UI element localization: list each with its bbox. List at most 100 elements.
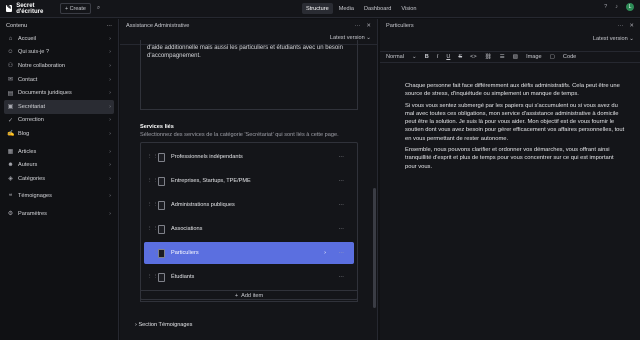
paragraph: Chaque personne fait face différemment a…: [405, 83, 620, 98]
notification-bell-icon[interactable]: ♪: [615, 4, 618, 10]
chevron-right-icon: ›: [109, 90, 111, 97]
italic-button[interactable]: I: [437, 54, 439, 60]
more-icon[interactable]: ···: [332, 202, 350, 208]
tab-media[interactable]: Media: [335, 3, 358, 14]
close-icon[interactable]: ✕: [366, 23, 371, 29]
chevron-right-icon: ›: [324, 250, 326, 256]
description-textarea[interactable]: d'aide additionnelle mais aussi les part…: [140, 40, 358, 110]
code-button[interactable]: Code: [563, 54, 576, 60]
create-button[interactable]: + Create: [60, 3, 91, 14]
top-right-actions: ? ♪ L: [604, 3, 634, 11]
chevron-down-icon[interactable]: ⌄: [412, 54, 417, 60]
more-icon[interactable]: ···: [332, 250, 350, 256]
chevron-right-icon: ›: [109, 62, 111, 69]
rich-text-editor[interactable]: Chaque personne fait face différemment a…: [405, 82, 625, 174]
image-button[interactable]: Image: [526, 54, 542, 60]
service-name: Étudiants: [171, 274, 195, 280]
chevron-down-icon[interactable]: ⌄: [365, 35, 371, 41]
services-list: ⋮⋮ Professionnels indépendants ··· ⋮⋮ Entre…: [140, 142, 358, 300]
sidebar: Contenu ··· ⌂ Accueil › ☺ Qui suis-je ? › ⚇ N…: [0, 19, 119, 340]
list-item[interactable]: ⋮⋮ Administrations publiques ···: [144, 194, 354, 216]
drag-handle-icon[interactable]: ⋮⋮: [147, 274, 158, 280]
sidebar-item-label: Documents juridiques: [18, 90, 72, 97]
sidebar-item-auteurs[interactable]: ☻ Auteurs ›: [4, 158, 114, 172]
author-icon: ☻: [7, 162, 14, 169]
more-icon[interactable]: ···: [332, 154, 350, 160]
sidebar-items: ⌂ Accueil › ☺ Qui suis-je ? › ⚇ Notre collabo…: [0, 32, 118, 221]
image-icon[interactable]: ▧: [513, 54, 518, 60]
section-temoignages-toggle[interactable]: › Section Témoignages: [135, 322, 192, 328]
sidebar-item-parametres[interactable]: ⚙ Paramètres ›: [4, 207, 114, 221]
document-title: Assistance Administrative: [126, 22, 190, 29]
tab-dashboard[interactable]: Dashboard: [360, 3, 395, 14]
drag-handle-icon[interactable]: ⋮⋮: [147, 154, 158, 160]
add-item-button[interactable]: + Add item: [140, 290, 358, 302]
chevron-right-icon: ›: [109, 175, 111, 182]
sidebar-item-qui-suis-je[interactable]: ☺ Qui suis-je ? ›: [4, 46, 114, 60]
sidebar-item-label: Secrétariat: [18, 103, 46, 110]
chevron-right-icon: ›: [109, 193, 111, 200]
more-icon[interactable]: ···: [332, 226, 350, 232]
sidebar-item-documents[interactable]: ▤ Documents juridiques ›: [4, 86, 114, 100]
avatar[interactable]: L: [626, 3, 634, 11]
link-icon[interactable]: ⛓: [485, 54, 492, 60]
mail-icon: ✉: [7, 77, 14, 84]
list-item-selected[interactable]: ⋮⋮ Particuliers › ···: [144, 242, 354, 264]
search-icon[interactable]: ⌕: [97, 5, 100, 12]
more-icon[interactable]: ···: [618, 23, 624, 29]
editor-toolbar: Normal ⌄ B I U S <> ⛓ ☰ ▧ Image ▢ Code: [380, 51, 640, 63]
section-temoignages-label: Section Témoignages: [138, 322, 193, 328]
inline-code-button[interactable]: <>: [470, 54, 477, 60]
sidebar-item-label: Contact: [18, 76, 38, 83]
textarea-text: d'aide additionnelle mais aussi les part…: [147, 45, 343, 59]
sidebar-item-temoignages[interactable]: ❝ Témoignages ›: [4, 190, 114, 204]
drag-handle-icon[interactable]: ⋮⋮: [147, 226, 158, 232]
tab-structure[interactable]: Structure: [302, 3, 333, 14]
chevron-right-icon: ›: [109, 162, 111, 169]
help-icon[interactable]: ?: [604, 4, 607, 10]
drag-handle-icon[interactable]: ⋮⋮: [147, 250, 158, 256]
quote-icon: ❝: [8, 193, 13, 200]
editor-title: Particuliers: [386, 22, 414, 29]
version-select[interactable]: Latest version: [593, 36, 628, 42]
more-icon[interactable]: ···: [355, 23, 361, 29]
sidebar-item-accueil[interactable]: ⌂ Accueil ›: [4, 32, 114, 46]
sidebar-item-blog[interactable]: ✍ Blog ›: [4, 127, 114, 141]
sidebar-item-categories[interactable]: ◈ Catégories ›: [4, 172, 114, 186]
document-pane-header: Assistance Administrative ··· ✕: [120, 19, 377, 32]
more-icon[interactable]: ···: [332, 178, 350, 184]
brand[interactable]: ✎ Secret d'écriture: [0, 3, 58, 15]
sidebar-item-label: Qui suis-je ?: [18, 49, 50, 56]
bold-button[interactable]: B: [425, 54, 429, 60]
sidebar-item-collaboration[interactable]: ⚇ Notre collaboration ›: [4, 59, 114, 73]
sidebar-item-articles[interactable]: ▦ Articles ›: [4, 145, 114, 159]
list-item[interactable]: ⋮⋮ Entreprises, Startups, TPE/PME ···: [144, 170, 354, 192]
service-name: Particuliers: [171, 250, 199, 256]
plus-icon: +: [234, 293, 239, 299]
sidebar-item-correction[interactable]: ✓ Correction ›: [4, 114, 114, 128]
close-icon[interactable]: ✕: [629, 23, 634, 29]
underline-button[interactable]: U: [446, 54, 450, 60]
sidebar-more-icon[interactable]: ···: [106, 23, 112, 29]
sidebar-item-label: Accueil: [18, 35, 37, 42]
sidebar-item-secretariat[interactable]: ▣ Secrétariat ›: [4, 99, 114, 114]
list-item[interactable]: ⋮⋮ Étudiants ···: [144, 266, 354, 288]
strike-button[interactable]: S: [458, 54, 462, 60]
document-icon: [158, 248, 165, 258]
list-item[interactable]: ⋮⋮ Professionnels indépendants ···: [144, 146, 354, 168]
list-item[interactable]: ⋮⋮ Associations ···: [144, 218, 354, 240]
app-logo-icon: ✎: [6, 5, 13, 12]
list-icon[interactable]: ☰: [500, 54, 505, 60]
more-icon[interactable]: ···: [332, 274, 350, 280]
sidebar-item-contact[interactable]: ✉ Contact ›: [4, 73, 114, 87]
style-select[interactable]: Normal: [386, 54, 404, 60]
code-icon[interactable]: ▢: [550, 54, 555, 60]
sidebar-header: Contenu ···: [0, 19, 118, 32]
chevron-down-icon[interactable]: ⌄: [628, 36, 634, 42]
drag-handle-icon[interactable]: ⋮⋮: [147, 178, 158, 184]
scrollbar[interactable]: [373, 188, 376, 308]
tab-vision[interactable]: Vision: [397, 3, 420, 14]
drag-handle-icon[interactable]: ⋮⋮: [147, 202, 158, 208]
chevron-right-icon: ›: [109, 148, 111, 155]
chevron-right-icon: ›: [109, 103, 111, 110]
